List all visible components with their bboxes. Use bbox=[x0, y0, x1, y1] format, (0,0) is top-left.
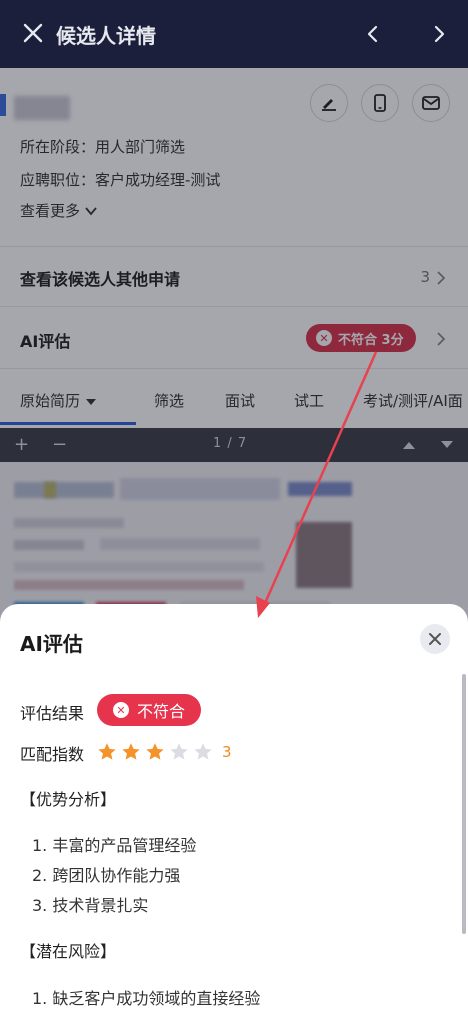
result-value: 不符合 bbox=[137, 702, 186, 721]
match-label: 匹配指数 bbox=[20, 745, 85, 764]
sheet-close-button[interactable] bbox=[420, 624, 450, 654]
result-label: 评估结果 bbox=[20, 704, 85, 723]
star-icon bbox=[146, 743, 164, 760]
risk-item: 1. 缺乏客户成功领域的直接经验 bbox=[32, 989, 261, 1008]
ai-evaluation-sheet: AI评估 评估结果 ✕ 不符合 匹配指数 3 【优势分析】 1. 丰富的产品管理… bbox=[0, 604, 468, 1013]
strength-item: 2. 跨团队协作能力强 bbox=[32, 866, 181, 885]
star-icon bbox=[98, 743, 116, 760]
result-badge: ✕ 不符合 bbox=[97, 694, 202, 726]
sheet-title: AI评估 bbox=[20, 632, 83, 656]
star-icon bbox=[194, 743, 212, 760]
page-title: 候选人详情 bbox=[56, 24, 156, 48]
chevron-right-icon[interactable] bbox=[428, 22, 450, 46]
close-icon bbox=[429, 633, 441, 645]
close-circle-icon: ✕ bbox=[113, 702, 129, 718]
strength-item: 1. 丰富的产品管理经验 bbox=[32, 836, 197, 855]
match-rating: 3 bbox=[96, 741, 232, 763]
strength-item: 3. 技术背景扎实 bbox=[32, 896, 149, 915]
star-icon bbox=[170, 743, 188, 760]
close-icon[interactable] bbox=[20, 20, 46, 46]
app-header: 候选人详情 bbox=[0, 0, 468, 68]
rating-score: 3 bbox=[222, 743, 232, 761]
star-icon bbox=[122, 743, 140, 760]
risks-title: 【潜在风险】 bbox=[20, 942, 117, 961]
strengths-title: 【优势分析】 bbox=[20, 790, 117, 809]
scrollbar[interactable] bbox=[462, 674, 466, 934]
chevron-left-icon[interactable] bbox=[362, 22, 384, 46]
